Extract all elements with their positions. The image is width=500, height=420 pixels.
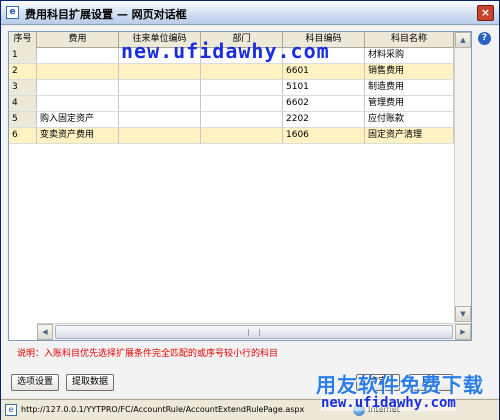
row-number: 3 [9,80,37,96]
dept-cell[interactable] [201,80,283,96]
unit-code-cell[interactable] [119,64,201,80]
help-icon[interactable]: ? [478,32,491,45]
horizontal-scrollbar[interactable]: ◀ ▶ [37,323,471,340]
scroll-down-icon[interactable]: ▼ [455,306,471,322]
fee-cell[interactable] [37,96,119,112]
scroll-up-icon[interactable]: ▲ [455,32,471,48]
watermark-brand: 用友软件免费下载 [316,373,484,397]
close-button[interactable]: × [477,5,494,21]
dept-cell[interactable] [201,64,283,80]
horizontal-scroll-thumb[interactable] [55,325,453,339]
unit-code-cell[interactable] [119,80,201,96]
dept-cell[interactable] [201,128,283,144]
subject-name-cell[interactable]: 材料采购 [365,48,454,64]
table-row[interactable]: 4 6602 管理费用 [9,96,454,112]
unit-code-cell[interactable] [119,112,201,128]
row-number: 1 [9,48,37,64]
unit-code-cell[interactable] [119,96,201,112]
table-row[interactable]: 3 5101 制造费用 [9,80,454,96]
col-header-fee[interactable]: 费用 [37,32,119,48]
subject-code-cell[interactable]: 1606 [283,128,365,144]
fee-cell[interactable] [37,80,119,96]
fee-cell[interactable] [37,48,119,64]
explanation-note: 说明：入账科目优先选择扩展条件完全匹配的或序号较小行的科目 [17,349,279,359]
col-header-subject-name[interactable]: 科目名称 [365,32,454,48]
subject-name-cell[interactable]: 固定资产清理 [365,128,454,144]
thumb-grip [248,329,260,336]
table-row[interactable]: 6 变卖资产费用 1606 固定资产清理 [9,128,454,144]
fee-cell[interactable]: 变卖资产费用 [37,128,119,144]
dept-cell[interactable] [201,112,283,128]
col-header-no[interactable]: 序号 [9,32,37,48]
options-settings-button[interactable]: 选项设置 [11,374,59,391]
page-status-icon: e [5,404,17,416]
scroll-right-icon[interactable]: ▶ [455,324,471,340]
title-bar: e 费用科目扩展设置 — 网页对话框 × [1,1,499,25]
row-number: 5 [9,112,37,128]
window-title: 费用科目扩展设置 — 网页对话框 [25,8,187,21]
row-number: 6 [9,128,37,144]
subject-code-cell[interactable]: 6602 [283,96,365,112]
watermark-url-bottom: new.ufidawhy.com [321,395,456,411]
subject-name-cell[interactable]: 管理费用 [365,96,454,112]
fee-cell[interactable]: 购入固定资产 [37,112,119,128]
vertical-scrollbar[interactable]: ▲ ▼ [454,32,471,322]
fetch-data-button[interactable]: 提取数据 [66,374,114,391]
subject-code-cell[interactable]: 5101 [283,80,365,96]
extension-grid: 序号 费用 往来单位编码 部门 科目编码 科目名称 1 材料采购 2 6601 … [8,31,472,341]
ie-page-icon: e [6,6,19,19]
table-row[interactable]: 5 购入固定资产 2202 应付账款 [9,112,454,128]
watermark-url-top: new.ufidawhy.com [121,39,330,63]
fee-cell[interactable] [37,64,119,80]
row-number: 4 [9,96,37,112]
subject-name-cell[interactable]: 销售费用 [365,64,454,80]
dialog-window: e 费用科目扩展设置 — 网页对话框 × 序号 费用 往来单位编码 部门 科目编… [0,0,500,420]
subject-code-cell[interactable]: 6601 [283,64,365,80]
subject-code-cell[interactable]: 2202 [283,112,365,128]
table-row[interactable]: 2 6601 销售费用 [9,64,454,80]
unit-code-cell[interactable] [119,128,201,144]
subject-name-cell[interactable]: 制造费用 [365,80,454,96]
row-number: 2 [9,64,37,80]
dialog-content: 序号 费用 往来单位编码 部门 科目编码 科目名称 1 材料采购 2 6601 … [1,26,499,398]
subject-name-cell[interactable]: 应付账款 [365,112,454,128]
dept-cell[interactable] [201,96,283,112]
status-url: http://127.0.0.1/YYTPRO/FC/AccountRule/A… [21,405,305,414]
scroll-left-icon[interactable]: ◀ [37,324,53,340]
